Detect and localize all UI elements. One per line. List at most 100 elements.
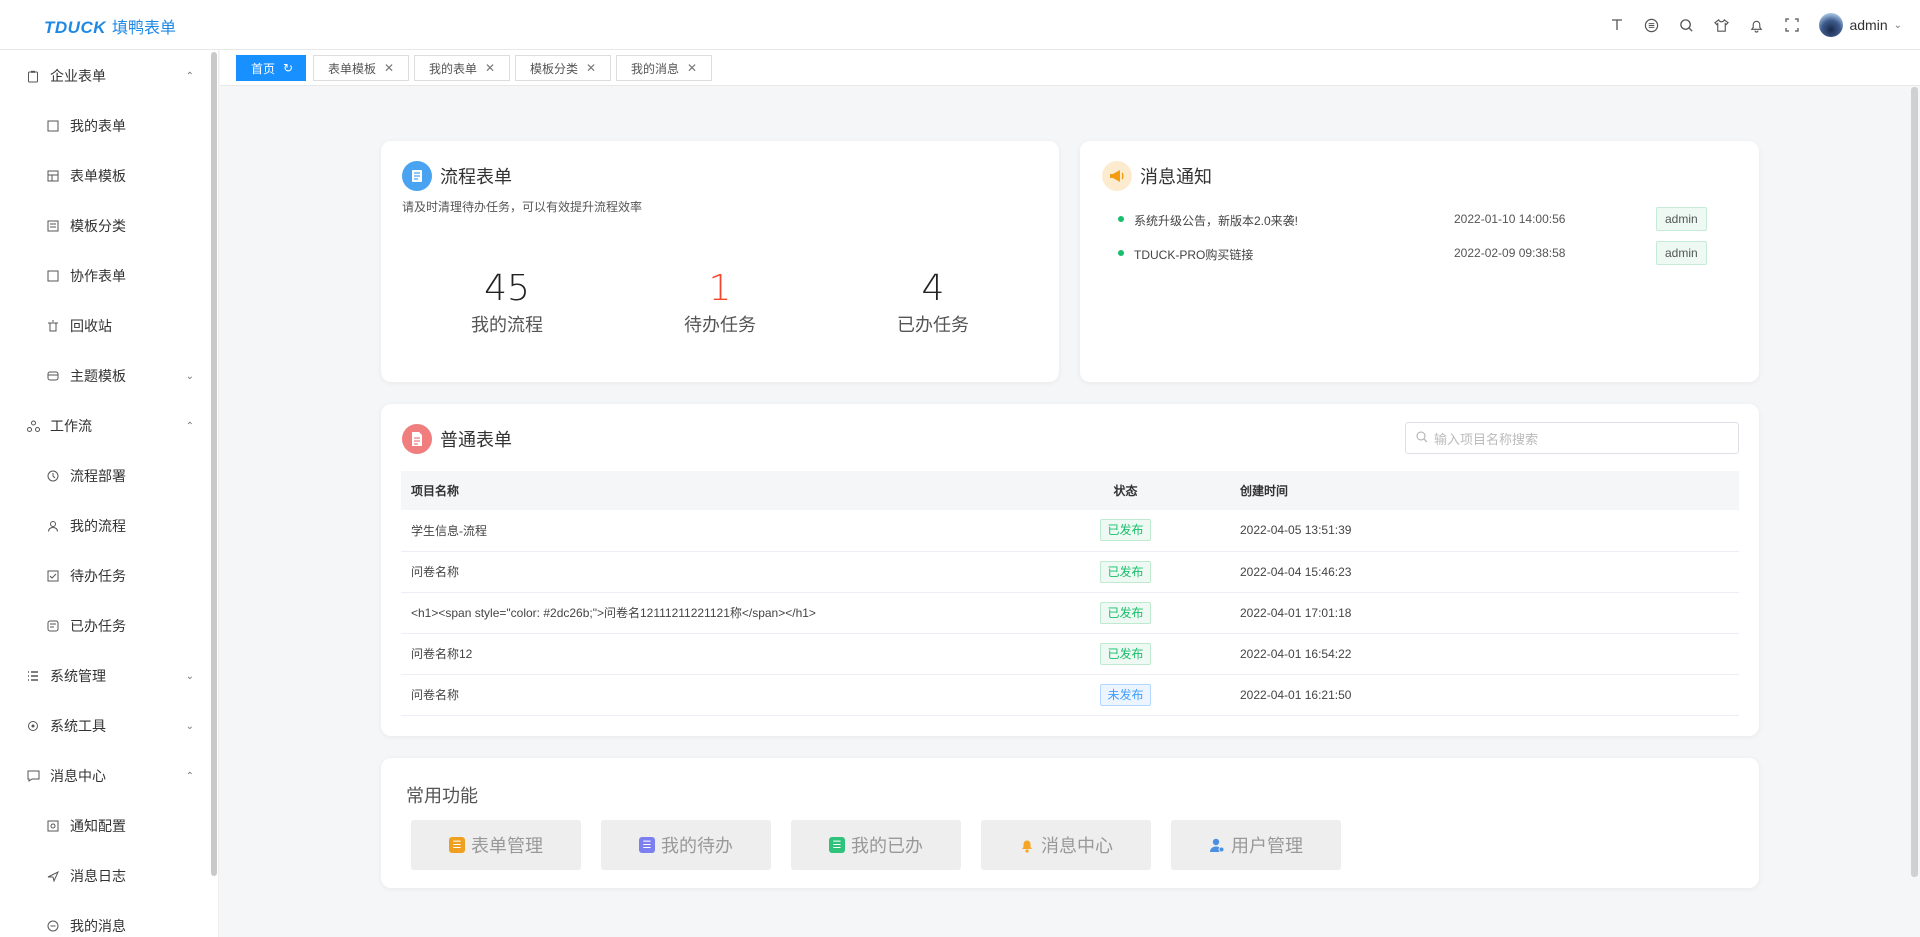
notice-card-title: 消息通知 [1102, 161, 1212, 191]
button-label: 我的待办 [661, 836, 733, 856]
megaphone-icon [1102, 161, 1132, 191]
sidebar-item-form-templates[interactable]: 表单模板 [0, 151, 210, 201]
document-icon [402, 424, 432, 454]
tab-my-forms[interactable]: 我的表单 ✕ [414, 55, 510, 81]
search-input[interactable]: 输入项目名称搜索 [1405, 422, 1739, 454]
user-manage-button[interactable]: 用户管理 [1171, 820, 1341, 870]
notice-item[interactable]: 系统升级公告，新版本2.0来袭! 2022-01-10 14:00:56 adm… [1118, 207, 1738, 231]
sidebar-item-my-process[interactable]: 我的流程 [0, 501, 210, 551]
tab-label: 我的消息 [631, 61, 680, 76]
sidebar-item-done-tasks[interactable]: 已办任务 [0, 601, 210, 651]
collab-icon [46, 269, 60, 283]
stat-todo-tasks[interactable]: 1 待办任务 [640, 269, 800, 337]
font-size-icon[interactable] [1599, 0, 1634, 50]
close-icon[interactable]: ✕ [586, 61, 596, 75]
form-manage-button[interactable]: ☰ 表单管理 [411, 820, 581, 870]
table-row[interactable]: <h1><span style="color: #2dc26b;">问卷名121… [401, 592, 1739, 634]
trash-icon [46, 319, 60, 333]
sidebar-item-label: 消息日志 [70, 868, 126, 884]
notice-text: TDUCK-PRO购买链接 [1134, 248, 1254, 262]
search-placeholder: 输入项目名称搜索 [1434, 431, 1539, 447]
close-icon[interactable]: ✕ [687, 61, 697, 75]
flow-forms-card: 流程表单 请及时清理待办任务，可以有效提升流程效率 45 我的流程 1 待办任务… [381, 141, 1059, 382]
fullscreen-icon[interactable] [1774, 0, 1809, 50]
sidebar-item-system-management[interactable]: 系统管理 ⌄ [0, 651, 210, 701]
tab-home[interactable]: 首页 ↻ [236, 55, 306, 81]
stat-label: 待办任务 [684, 315, 756, 335]
sidebar-item-label: 我的流程 [70, 518, 126, 534]
flow-form-icon [402, 161, 432, 191]
user-name: admin [1849, 17, 1888, 33]
search-icon [1416, 431, 1428, 446]
refresh-icon[interactable]: ↻ [283, 61, 293, 75]
sidebar-item-notify-config[interactable]: 通知配置 [0, 801, 210, 851]
my-done-button[interactable]: ☰ 我的已办 [791, 820, 961, 870]
tab-label: 表单模板 [328, 61, 377, 76]
sidebar-item-enterprise-forms[interactable]: 企业表单 ⌃ [0, 51, 210, 101]
functions-title: 常用功能 [406, 786, 478, 806]
table-row[interactable]: 问卷名称 未发布 2022-04-01 16:21:50 [401, 674, 1739, 716]
chevron-down-icon: ⌄ [185, 670, 194, 682]
notice-time: 2022-02-09 09:38:58 [1454, 246, 1566, 260]
bell-icon[interactable] [1739, 0, 1774, 50]
table-row[interactable]: 学生信息-流程 已发布 2022-04-05 13:51:39 [401, 510, 1739, 552]
sidebar-item-collab-forms[interactable]: 协作表单 [0, 251, 210, 301]
tab-label: 我的表单 [429, 61, 478, 76]
sidebar-item-message-center[interactable]: 消息中心 ⌃ [0, 751, 210, 801]
user-menu[interactable]: admin ⌄ [1809, 0, 1920, 50]
chevron-down-icon: ⌄ [185, 370, 194, 382]
sidebar-item-process-deploy[interactable]: 流程部署 [0, 451, 210, 501]
message-center-button[interactable]: 消息中心 [981, 820, 1151, 870]
stat-done-tasks[interactable]: 4 已办任务 [853, 269, 1013, 337]
sidebar-item-template-category[interactable]: 模板分类 [0, 201, 210, 251]
top-bar: TDUCK 填鸭表单 admin ⌄ [0, 0, 1920, 50]
sidebar-item-label: 协作表单 [70, 268, 126, 284]
github-icon[interactable] [1634, 0, 1669, 50]
sidebar-item-system-tools[interactable]: 系统工具 ⌄ [0, 701, 210, 751]
sidebar-item-todo-tasks[interactable]: 待办任务 [0, 551, 210, 601]
sidebar-scrollbar[interactable] [211, 52, 217, 876]
theme-icon[interactable] [1704, 0, 1739, 50]
chevron-up-icon: ⌃ [185, 770, 194, 782]
status-badge: 已发布 [1100, 642, 1151, 665]
sidebar-item-theme-templates[interactable]: 主题模板 ⌄ [0, 351, 210, 401]
sidebar-item-label: 流程部署 [70, 468, 126, 484]
chevron-down-icon: ⌄ [1893, 19, 1902, 31]
sidebar-item-label: 工作流 [50, 418, 92, 434]
tab-my-messages[interactable]: 我的消息 ✕ [616, 55, 712, 81]
stat-my-process[interactable]: 45 我的流程 [427, 269, 587, 337]
main-scrollbar[interactable] [1911, 87, 1918, 877]
close-icon[interactable]: ✕ [485, 61, 495, 75]
table-row[interactable]: 问卷名称12 已发布 2022-04-01 16:54:22 [401, 633, 1739, 675]
sidebar-item-recycle-bin[interactable]: 回收站 [0, 301, 210, 351]
stat-value: 1 [708, 268, 732, 309]
table-header-row: 项目名称 状态 创建时间 [401, 471, 1739, 510]
sidebar-item-my-messages[interactable]: 我的消息 [0, 901, 210, 937]
close-icon[interactable]: ✕ [384, 61, 394, 75]
notice-time: 2022-01-10 14:00:56 [1454, 212, 1566, 226]
column-header[interactable]: 状态 [1021, 471, 1230, 510]
sidebar-item-message-log[interactable]: 消息日志 [0, 851, 210, 901]
form-manage-icon: ☰ [449, 837, 465, 853]
app-logo[interactable]: TDUCK 填鸭表单 [44, 14, 176, 38]
sidebar-item-my-forms[interactable]: 我的表单 [0, 101, 210, 151]
done-icon [46, 619, 60, 633]
tab-template-category[interactable]: 模板分类 ✕ [515, 55, 611, 81]
flow-card-title: 流程表单 [402, 161, 512, 191]
forms-table: 项目名称 状态 创建时间 学生信息-流程 已发布 2022-04-05 13:5… [401, 471, 1739, 716]
chevron-down-icon: ⌄ [185, 720, 194, 732]
table-row[interactable]: 问卷名称 已发布 2022-04-04 15:46:23 [401, 551, 1739, 593]
notice-item[interactable]: TDUCK-PRO购买链接 2022-02-09 09:38:58 admin [1118, 241, 1738, 265]
tab-form-templates[interactable]: 表单模板 ✕ [313, 55, 409, 81]
sidebar-item-workflow[interactable]: 工作流 ⌃ [0, 401, 210, 451]
config-icon [46, 819, 60, 833]
form-icon [46, 119, 60, 133]
my-todo-button[interactable]: ☰ 我的待办 [601, 820, 771, 870]
column-header[interactable]: 创建时间 [1230, 471, 1739, 510]
chevron-up-icon: ⌃ [185, 420, 194, 432]
search-icon[interactable] [1669, 0, 1704, 50]
sidebar-item-label: 我的表单 [70, 118, 126, 134]
forms-card-title: 普通表单 [402, 424, 512, 454]
sidebar-item-label: 消息中心 [50, 768, 106, 784]
column-header[interactable]: 项目名称 [401, 471, 1021, 510]
